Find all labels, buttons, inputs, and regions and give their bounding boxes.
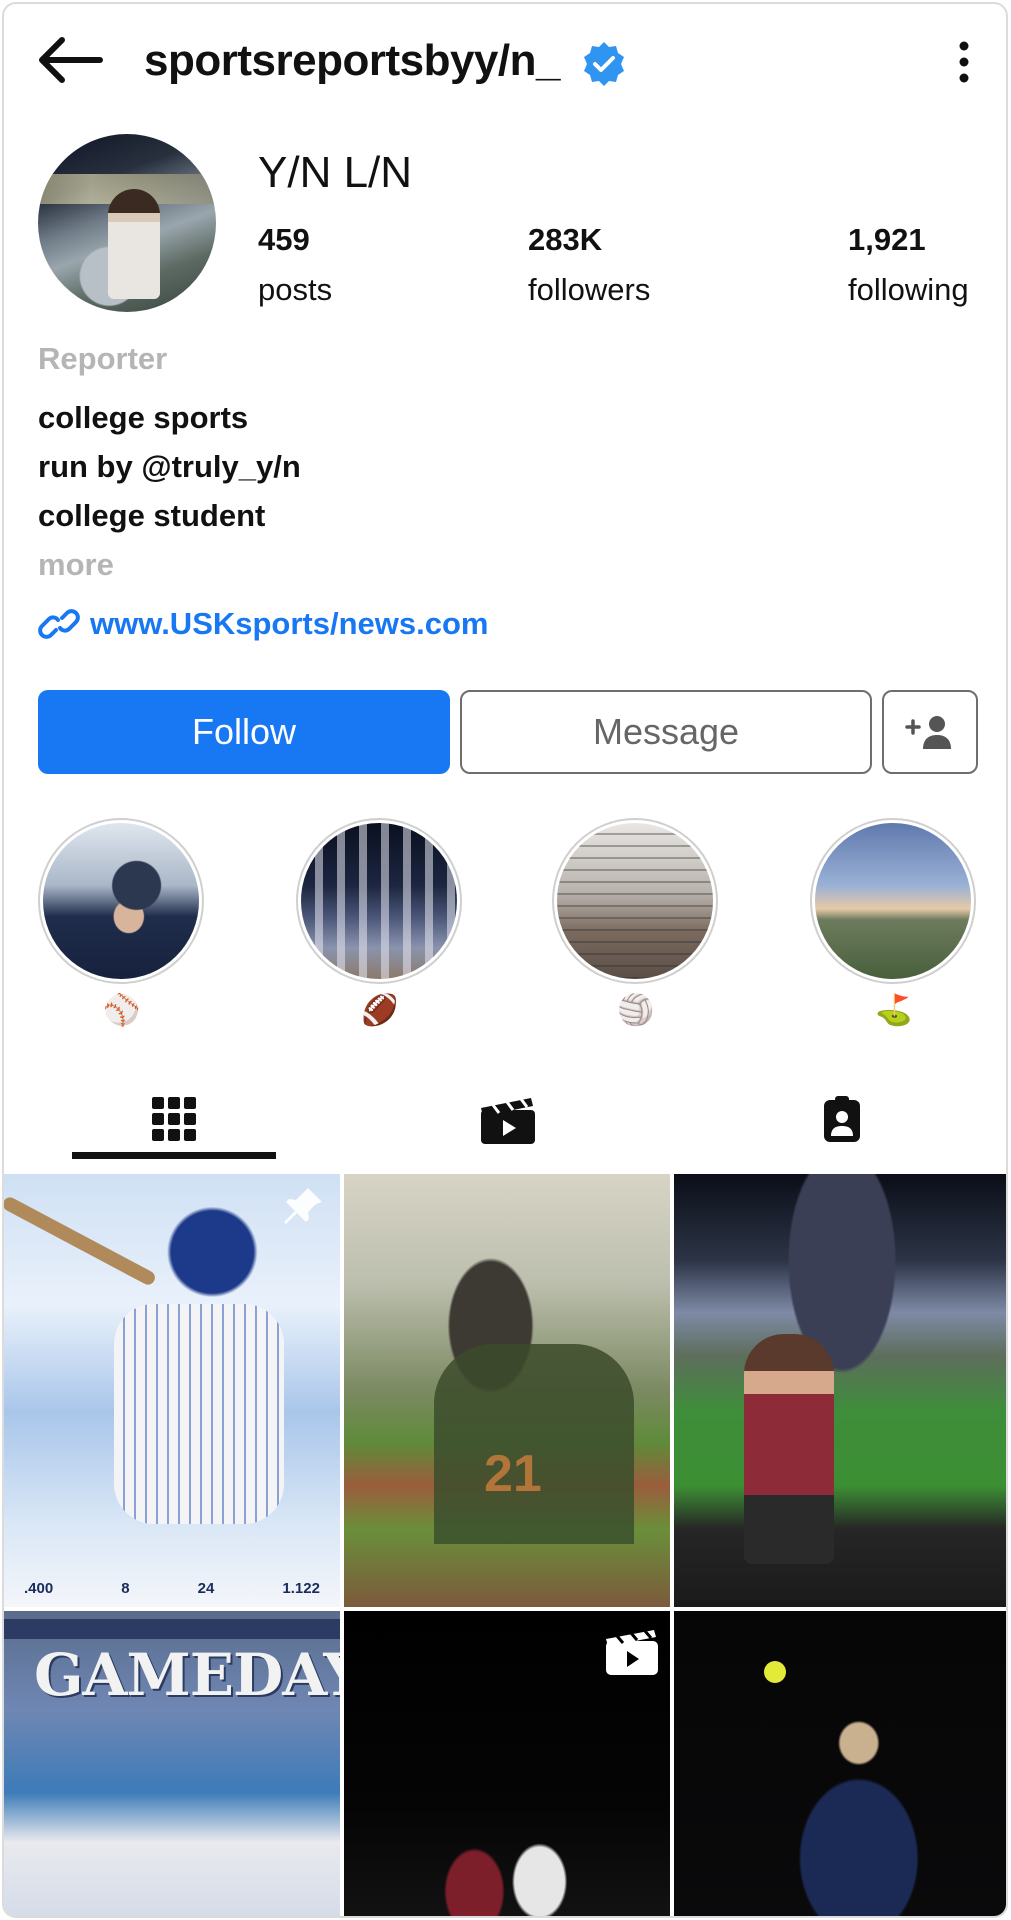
post-thumbnail[interactable]: GAMEDAY bbox=[4, 1611, 340, 1916]
tagged-icon[interactable] bbox=[822, 1094, 862, 1144]
posts-count[interactable]: 459 bbox=[258, 222, 310, 258]
posts-label[interactable]: posts bbox=[258, 272, 332, 308]
post-bat-shape bbox=[4, 1194, 158, 1288]
follow-button[interactable]: Follow bbox=[38, 690, 450, 774]
profile-screen: sportsreportsbyy/n_ Y/N L/N 459 posts 28… bbox=[2, 2, 1008, 1918]
following-count[interactable]: 1,921 bbox=[848, 222, 926, 258]
posts-grid: .400 8 24 1.122 21 GAMEDAY bbox=[4, 1174, 1006, 1916]
reel-badge-icon bbox=[606, 1630, 658, 1675]
post-thumbnail[interactable]: .400 8 24 1.122 bbox=[4, 1174, 340, 1607]
highlight-ring bbox=[296, 818, 462, 984]
highlight-cover bbox=[301, 823, 457, 979]
post-thumbnail[interactable] bbox=[674, 1174, 1006, 1607]
profile-link-text[interactable]: www.USKsports/news.com bbox=[90, 606, 489, 642]
post-title: GAMEDAY bbox=[34, 1641, 340, 1709]
post-stat: 8 bbox=[121, 1580, 130, 1597]
reels-icon[interactable] bbox=[479, 1094, 537, 1146]
top-bar: sportsreportsbyy/n_ bbox=[4, 4, 1006, 119]
bio-line: run by @truly_y/n bbox=[38, 449, 301, 484]
highlight-cover bbox=[557, 823, 713, 979]
post-softball-shape bbox=[764, 1661, 786, 1683]
suggested-users-button[interactable] bbox=[882, 690, 978, 774]
verified-badge-icon bbox=[584, 42, 624, 86]
followers-label[interactable]: followers bbox=[528, 272, 650, 308]
profile-link[interactable]: www.USKsports/news.com bbox=[38, 604, 489, 644]
post-stat: 24 bbox=[197, 1580, 215, 1597]
story-highlight-baseball[interactable]: ⚾ bbox=[38, 818, 206, 1028]
post-thumbnail[interactable] bbox=[674, 1611, 1006, 1916]
highlight-ring bbox=[552, 818, 718, 984]
post-thumbnail[interactable] bbox=[344, 1611, 670, 1916]
post-player-shape bbox=[114, 1304, 284, 1524]
username-title: sportsreportsbyy/n_ bbox=[144, 36, 560, 85]
story-highlight-golf[interactable]: ⛳ bbox=[810, 818, 978, 1028]
highlight-title: 🏐 bbox=[617, 994, 655, 1027]
avatar-person bbox=[108, 189, 160, 299]
post-stat: .400 bbox=[24, 1580, 54, 1597]
highlight-title: ⚾ bbox=[103, 994, 141, 1027]
message-button[interactable]: Message bbox=[460, 690, 872, 774]
bio-line: college sports bbox=[38, 400, 249, 435]
grid-icon[interactable] bbox=[149, 1094, 199, 1144]
post-stats: .400 8 24 1.122 bbox=[24, 1580, 320, 1597]
bio-more-link[interactable]: more bbox=[38, 547, 114, 583]
post-reporter-shape bbox=[744, 1334, 834, 1564]
jersey-number: 21 bbox=[484, 1445, 542, 1503]
highlight-ring bbox=[38, 818, 204, 984]
followers-count[interactable]: 283K bbox=[528, 222, 602, 258]
story-highlight-volleyball[interactable]: 🏐 bbox=[552, 818, 720, 1028]
active-tab-indicator bbox=[72, 1152, 276, 1159]
pin-icon bbox=[284, 1188, 322, 1224]
post-header-band bbox=[4, 1619, 340, 1639]
back-arrow-icon[interactable] bbox=[34, 34, 104, 86]
post-thumbnail[interactable]: 21 bbox=[344, 1174, 670, 1607]
profile-avatar[interactable] bbox=[38, 134, 216, 312]
post-stat: 1.122 bbox=[282, 1580, 320, 1597]
more-options-icon[interactable] bbox=[954, 40, 974, 84]
profile-category: Reporter bbox=[38, 341, 168, 376]
highlight-title: 🏈 bbox=[361, 994, 399, 1027]
highlight-cover bbox=[43, 823, 199, 979]
highlight-cover bbox=[815, 823, 971, 979]
link-icon bbox=[38, 609, 80, 639]
story-highlight-football[interactable]: 🏈 bbox=[296, 818, 464, 1028]
highlight-title: ⛳ bbox=[875, 994, 913, 1027]
add-person-icon bbox=[905, 716, 951, 749]
display-name: Y/N L/N bbox=[258, 148, 413, 197]
highlight-ring bbox=[810, 818, 976, 984]
following-label[interactable]: following bbox=[848, 272, 969, 308]
bio-line: college student bbox=[38, 498, 266, 533]
